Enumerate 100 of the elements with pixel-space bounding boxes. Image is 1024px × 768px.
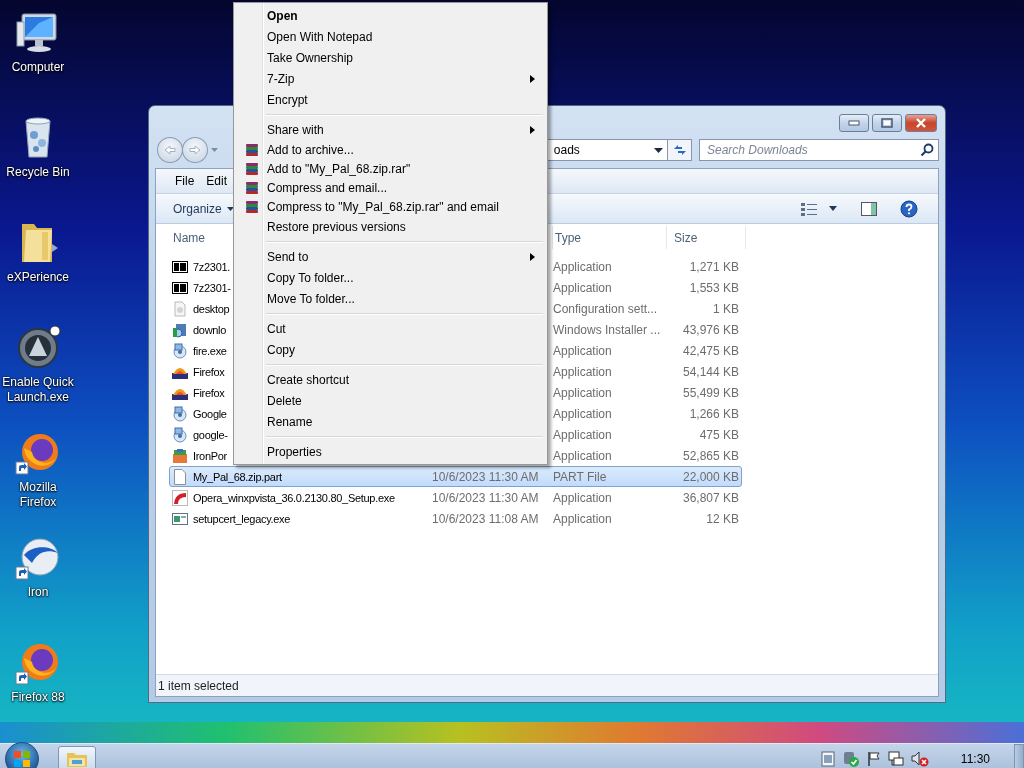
menu-item[interactable]: Properties bbox=[236, 441, 545, 462]
menu-item[interactable]: Share with bbox=[236, 119, 545, 140]
file-name: Firefox bbox=[193, 386, 225, 399]
explorer-taskbar-button[interactable] bbox=[58, 746, 96, 768]
file-type: Application bbox=[553, 259, 613, 274]
minimize-button[interactable] bbox=[839, 114, 869, 132]
file-type: Application bbox=[553, 511, 613, 526]
books-stack-icon bbox=[244, 161, 259, 176]
file-date: 10/6/2023 11:30 AM bbox=[432, 469, 540, 484]
file-size: 43,976 KB bbox=[681, 322, 740, 337]
caret-icon[interactable] bbox=[826, 204, 839, 213]
file-size: 1,553 KB bbox=[688, 280, 740, 295]
menu-item[interactable]: Delete bbox=[236, 390, 545, 411]
file-type: Windows Installer ... bbox=[553, 322, 662, 337]
file-name: desktop bbox=[193, 302, 230, 315]
menu-item[interactable]: Cut bbox=[236, 318, 545, 339]
start-button[interactable] bbox=[5, 742, 39, 768]
desktop-icon-label: eXPerience bbox=[6, 270, 69, 285]
selected-file-row[interactable]: My_Pal_68.zip.part 10/6/2023 11:30 AM PART File 22,000 KB bbox=[169, 466, 742, 487]
speaker-muted-icon[interactable] bbox=[910, 751, 929, 767]
address-text: oads bbox=[553, 143, 580, 157]
menu-item[interactable]: Add to "My_Pal_68.zip.rar" bbox=[236, 159, 545, 178]
caret-icon bbox=[226, 206, 234, 211]
help-button[interactable] bbox=[897, 197, 920, 220]
back-button[interactable] bbox=[157, 137, 183, 163]
file-type: Application bbox=[553, 343, 613, 358]
file-type: Application bbox=[553, 406, 613, 421]
minimize-icon bbox=[848, 120, 860, 126]
setup-icon bbox=[172, 426, 188, 443]
file-type: Application bbox=[553, 490, 613, 505]
file-size: 55,499 KB bbox=[681, 385, 740, 400]
menu-item[interactable]: Compress to "My_Pal_68.zip.rar" and email bbox=[236, 197, 545, 216]
menu-item[interactable]: 7-Zip bbox=[236, 68, 545, 89]
network-icon[interactable] bbox=[887, 751, 904, 767]
document-icon[interactable] bbox=[820, 751, 835, 767]
search-field[interactable]: Search Downloads bbox=[698, 139, 939, 161]
menu-item[interactable]: Compress and email... bbox=[236, 178, 545, 197]
desktop-icon-label: Computer bbox=[11, 60, 65, 75]
file-size: 22,000 KB bbox=[681, 469, 740, 484]
file-size: 1 KB bbox=[712, 301, 740, 316]
file-size: 42,475 KB bbox=[681, 343, 740, 358]
shield-check-icon[interactable] bbox=[841, 751, 860, 767]
organize-button[interactable]: Organize bbox=[168, 199, 239, 218]
menu-item[interactable]: Take Ownership bbox=[236, 47, 545, 68]
file-name: My_Pal_68.zip.part bbox=[193, 470, 282, 483]
close-button[interactable] bbox=[905, 114, 937, 132]
close-icon bbox=[915, 118, 927, 128]
flag-icon[interactable] bbox=[866, 751, 881, 767]
file-size: 475 KB bbox=[698, 427, 740, 442]
maximize-button[interactable] bbox=[872, 114, 902, 132]
submenu-arrow-icon bbox=[530, 252, 535, 261]
menu-item[interactable]: Open With Notepad bbox=[236, 26, 545, 47]
menu-bar-item[interactable]: Edit bbox=[201, 172, 233, 190]
file-type: Application bbox=[553, 448, 613, 463]
menu-item[interactable]: Create shortcut bbox=[236, 369, 545, 390]
archive-app-icon bbox=[172, 279, 188, 296]
file-size: 52,865 KB bbox=[681, 448, 740, 463]
file-size: 1,266 KB bbox=[688, 406, 740, 421]
column-header[interactable]: Size bbox=[667, 226, 746, 249]
desktop-icon-label: Enable Quick Launch.exe bbox=[1, 375, 75, 405]
file-size: 1,271 KB bbox=[688, 259, 740, 274]
books-stack-icon bbox=[244, 199, 259, 214]
file-name: google- bbox=[193, 428, 228, 441]
menu-item[interactable]: Move To folder... bbox=[236, 288, 545, 309]
menu-item[interactable]: Copy bbox=[236, 339, 545, 360]
column-header[interactable]: Type bbox=[553, 226, 667, 249]
menu-item[interactable]: Open bbox=[236, 5, 545, 26]
file-name: downlo bbox=[193, 323, 227, 336]
menu-item[interactable]: Restore previous versions bbox=[236, 216, 545, 237]
menu-item[interactable]: Send to bbox=[236, 246, 545, 267]
preview-pane-button[interactable] bbox=[858, 199, 879, 218]
file-name: Firefox bbox=[193, 365, 225, 378]
file-size: 12 KB bbox=[705, 511, 740, 526]
setup-icon bbox=[172, 405, 188, 422]
file-size: 54,144 KB bbox=[681, 364, 740, 379]
file-type: Configuration sett... bbox=[553, 301, 659, 316]
submenu-arrow-icon bbox=[530, 74, 535, 83]
desktop-icon-label: Iron bbox=[27, 585, 49, 600]
submenu-arrow-icon bbox=[530, 125, 535, 134]
clock: 11:30 bbox=[960, 752, 990, 766]
maximize-icon bbox=[881, 118, 893, 128]
window-app-icon bbox=[172, 510, 188, 527]
folder-icon bbox=[66, 750, 88, 768]
file-name: IronPor bbox=[193, 449, 227, 462]
blank-file-icon bbox=[172, 468, 188, 485]
dropdown-caret-icon[interactable] bbox=[654, 147, 664, 153]
box-icon bbox=[172, 447, 188, 464]
search-icon[interactable] bbox=[920, 143, 934, 157]
menu-item[interactable]: Rename bbox=[236, 411, 545, 432]
file-name: 7z2301. bbox=[193, 260, 231, 273]
setup-icon bbox=[172, 342, 188, 359]
file-type: Application bbox=[553, 364, 613, 379]
file-name: Google bbox=[193, 407, 227, 420]
menu-item[interactable]: Add to archive... bbox=[236, 140, 545, 159]
installer-icon bbox=[172, 321, 188, 338]
menu-item[interactable]: Encrypt bbox=[236, 89, 545, 110]
forward-button[interactable] bbox=[181, 137, 208, 163]
menu-item[interactable]: Copy To folder... bbox=[236, 267, 545, 288]
menu-bar-item[interactable]: File bbox=[170, 172, 200, 190]
refresh-button[interactable] bbox=[668, 139, 692, 161]
